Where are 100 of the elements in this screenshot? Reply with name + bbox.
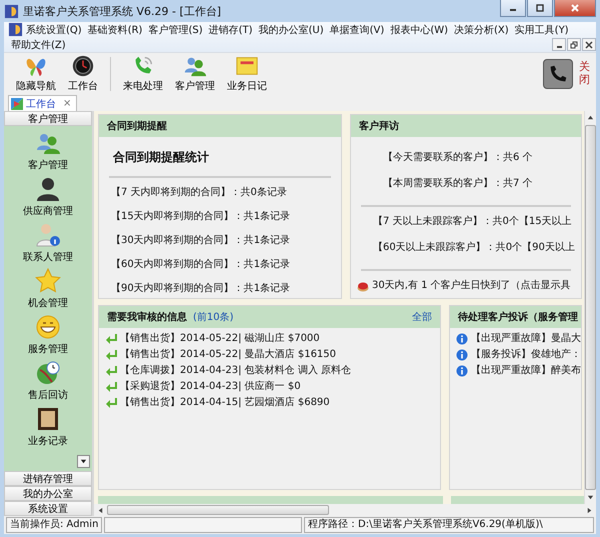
maximize-icon (535, 3, 545, 13)
menu-item[interactable]: 我的办公室(U) (256, 22, 327, 36)
menu-item[interactable]: 单据查询(V) (326, 22, 388, 36)
panel-title: 合同到期提醒 (107, 120, 167, 133)
status-operator: 当前操作员: Admin (6, 517, 102, 533)
close-icon (585, 40, 593, 48)
navigation-item[interactable]: 机会管理 (28, 268, 68, 310)
info-icon (456, 333, 468, 345)
horizontal-scrollbar[interactable] (94, 504, 596, 516)
menu-item[interactable]: 客户管理(S) (145, 22, 206, 36)
menu-item[interactable]: 系统设置(Q) (23, 22, 85, 36)
panel-title: 待处理客户投诉（服务管理 (458, 310, 578, 324)
toolbar-button[interactable]: 工作台 (62, 54, 104, 93)
sidebar-section-button[interactable]: 我的办公室 (4, 486, 92, 501)
tab-close-button[interactable]: × (63, 98, 72, 109)
return-arrow-icon (105, 381, 117, 393)
tab-label: 工作台 (26, 98, 56, 110)
minimize-button[interactable] (500, 0, 526, 17)
scroll-right-icon[interactable] (586, 506, 593, 514)
reminder-link[interactable]: 【60天内即将到期的合同】：共1条记录 (109, 258, 331, 272)
toolbar-button[interactable]: 来电处理 (117, 54, 169, 93)
item-count: (前10条) (193, 311, 234, 324)
menu-item[interactable]: 帮助文件(Z) (8, 38, 69, 52)
window-title: 里诺客户关系管理系统 V6.29 - [工作台] (23, 4, 222, 18)
scroll-down-button[interactable] (77, 455, 90, 468)
reminder-link[interactable]: 【30天内即将到期的合同】：共1条记录 (109, 234, 331, 248)
complaint-item-link[interactable]: 【服务投诉】俊雄地产： (471, 348, 581, 362)
scroll-up-icon[interactable] (587, 114, 594, 121)
navigation-item[interactable]: 客户管理 (28, 130, 68, 172)
reminder-link[interactable]: 【本周需要联系的客户】：共7 个 (361, 177, 571, 191)
review-item-link[interactable]: 【仓库调拨】2014-04-23| 包装材料仓 调入 原料仓 (120, 364, 352, 378)
navigation-item[interactable]: 服务管理 (28, 314, 68, 356)
close-button[interactable]: 关闭 (579, 61, 590, 86)
caret-down-icon (80, 458, 87, 465)
menu-item[interactable]: 报表中心(W) (387, 22, 452, 36)
cake-icon (357, 280, 369, 292)
panel-title: 需要我审核的信息 (107, 310, 187, 324)
navigation-item[interactable]: 联系人管理 (23, 222, 73, 264)
navigation-item[interactable]: 供应商管理 (23, 176, 73, 218)
restore-button[interactable] (567, 38, 581, 51)
close-icon (570, 3, 580, 13)
reminder-link[interactable]: 【今天需要联系的客户】：共6 个 (361, 151, 571, 165)
notebook-icon (35, 406, 61, 432)
status-path: 程序路径：D:\里诺客户关系管理系统V6.29(单机版)\ (304, 517, 594, 533)
return-arrow-icon (105, 349, 117, 361)
star-icon (35, 268, 61, 294)
clock-icon (71, 54, 95, 78)
scroll-down-icon[interactable] (587, 494, 594, 501)
workbench-icon (11, 98, 23, 110)
minimize-button[interactable] (552, 38, 566, 51)
complaint-item-link[interactable]: 【出现严重故障】醉美布 (471, 364, 581, 378)
birthday-link[interactable]: 30天内,有 1 个客户生日快到了（点击显示具 (372, 279, 571, 293)
globe-clock-icon (35, 360, 61, 386)
info-icon (456, 365, 468, 377)
reminder-link[interactable]: 【90天内即将到期的合同】：共1条记录 (109, 282, 331, 296)
reminder-link[interactable]: 【60天以上未跟踪客户】：共0个 (373, 241, 522, 255)
toolbar-button[interactable]: 业务日记 (221, 54, 273, 93)
menu-item[interactable]: 实用工具(Y) (512, 22, 572, 36)
reminder-link[interactable]: 【90天以上 (522, 241, 575, 255)
return-arrow-icon (105, 333, 117, 345)
sidebar-section-button[interactable]: 系统设置 (4, 501, 92, 516)
reminder-link[interactable]: 【15天内即将到期的合同】：共1条记录 (109, 210, 331, 224)
menu-item[interactable]: 决策分析(X) (451, 22, 512, 36)
toolbar-button[interactable]: 客户管理 (169, 54, 221, 93)
review-item-link[interactable]: 【销售出货】2014-04-15| 艺园烟酒店 $6890 (120, 396, 330, 410)
maximize-button[interactable] (527, 0, 553, 17)
sidebar-section-button[interactable]: 进销存管理 (4, 471, 92, 486)
navigation-item[interactable]: 业务记录 (28, 406, 68, 448)
scroll-left-icon[interactable] (97, 506, 104, 514)
complaint-item-link[interactable]: 【出现严重故障】曼晶大 (471, 332, 581, 346)
close-button[interactable] (554, 0, 596, 17)
view-all-link[interactable]: 全部 (412, 310, 432, 324)
app-icon (8, 22, 23, 37)
menu-item[interactable]: 进销存(T) (206, 22, 256, 36)
toolbar-button[interactable]: 隐藏导航 (10, 54, 62, 93)
scroll-thumb[interactable] (107, 505, 329, 515)
reminder-link[interactable]: 【15天以上 (518, 215, 572, 229)
menu-item[interactable]: 基础资料(R) (84, 22, 146, 36)
reminder-link[interactable]: 【7 天以上未跟踪客户】：共0个 (373, 215, 519, 229)
app-icon (4, 4, 19, 18)
phone-button[interactable] (543, 58, 573, 88)
reminder-link[interactable]: 【7 天内即将到期的合同】：共0条记录 (109, 186, 331, 200)
panel-title: 客户拜访 (359, 119, 399, 133)
sidebar-section-button[interactable]: 客户管理 (4, 111, 92, 126)
note-icon (235, 54, 259, 78)
person-icon (35, 176, 61, 202)
panel-subtitle: 合同到期提醒统计 (113, 149, 210, 166)
navigation-item[interactable]: 售后回访 (28, 360, 68, 402)
person-info-icon (35, 222, 61, 248)
review-item-link[interactable]: 【采购退货】2014-04-23| 供应商一 $0 (120, 380, 301, 394)
info-icon (456, 349, 468, 361)
review-item-link[interactable]: 【销售出货】2014-05-22| 曼晶大酒店 $16150 (120, 348, 336, 362)
return-arrow-icon (105, 365, 117, 377)
minimize-icon (556, 46, 562, 48)
restore-icon (570, 40, 578, 48)
return-arrow-icon (105, 397, 117, 409)
tab[interactable]: 工作台 × (8, 95, 78, 111)
close-button[interactable] (582, 38, 596, 51)
review-item-link[interactable]: 【销售出货】2014-05-22| 磁湖山庄 $7000 (120, 332, 320, 346)
smiley-icon (35, 314, 61, 340)
